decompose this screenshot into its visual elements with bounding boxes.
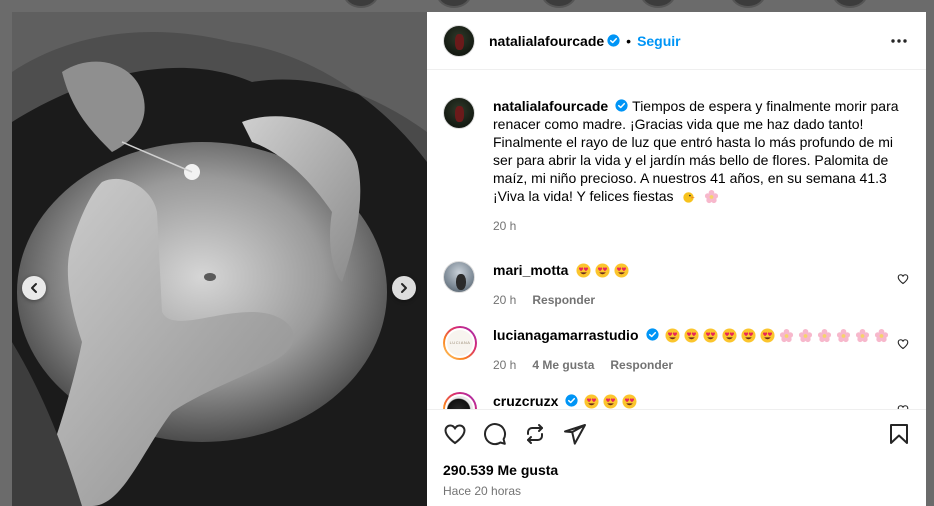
chevron-left-icon [31,283,37,293]
caption-text-block: natalialafourcade Tiempos de espera y fin… [493,97,913,235]
comment-likes-count[interactable]: 4 Me gusta [532,358,594,372]
comment-username[interactable]: lucianagamarrastudio [493,327,639,343]
commenter-avatar[interactable] [443,261,475,293]
blossom-emoji [855,328,869,343]
reply-button[interactable]: Responder [610,358,673,372]
story-avatar[interactable] [343,0,379,8]
blossom-emoji [817,328,831,343]
comment-body: lucianagamarrastudio 20 h 4 Me gusta Respo… [493,326,913,374]
blossom-emoji [798,328,812,343]
blossom-emoji [779,328,793,343]
chick-emoji [683,192,696,203]
more-icon[interactable] [890,34,908,48]
heart-eyes-emoji [683,328,699,343]
heart-eyes-emoji [576,263,591,278]
blossom-emoji [705,189,719,204]
reply-button[interactable]: Responder [532,293,595,307]
previous-photo-button[interactable] [22,276,46,300]
avatar-logo-text: LUCIANA GAMARRA [445,328,475,358]
comment-body: mari_motta 20 h Responder [493,261,913,309]
like-comment-heart-icon[interactable] [897,338,909,350]
blossom-emoji [874,328,888,343]
story-avatar[interactable] [541,0,577,8]
caption-username[interactable]: natalialafourcade [493,98,608,114]
heart-eyes-emoji [622,394,637,409]
post-actions: 290.539 Me gusta Hace 20 horas [427,409,926,506]
comment-row: LUCIANA GAMARRA lucianagamarrastudio 20 … [443,326,913,374]
comment-timestamp[interactable]: 20 h [493,293,516,307]
story-strip [0,0,934,12]
comments-section[interactable]: natalialafourcade Tiempos de espera y fin… [427,71,926,409]
verified-badge-icon [645,328,659,341]
heart-eyes-emoji [584,394,599,409]
next-photo-button[interactable] [392,276,416,300]
story-avatar[interactable] [640,0,676,8]
comment-icon[interactable] [483,422,507,446]
post-modal: natalialafourcade • Seguir natalialafour… [12,12,926,506]
caption-author-avatar[interactable] [443,97,475,129]
blossom-emoji [836,328,850,343]
heart-eyes-emoji [759,328,775,343]
send-icon[interactable] [563,422,587,446]
story-avatar[interactable] [832,0,868,8]
verified-badge-icon [615,99,628,112]
verified-badge-icon [607,34,620,47]
post-time-ago[interactable]: Hace 20 horas [443,484,521,498]
commenter-avatar[interactable]: LUCIANA GAMARRA [443,326,477,360]
story-avatar[interactable] [730,0,766,8]
bookmark-icon[interactable] [887,422,911,446]
chevron-right-icon [401,283,407,293]
heart-icon[interactable] [443,422,467,446]
comment-username[interactable]: mari_motta [493,262,568,278]
follow-button[interactable]: Seguir [637,33,681,49]
heart-eyes-emoji [702,328,718,343]
post-header: natalialafourcade • Seguir [427,12,926,70]
comment-username[interactable]: cruzcruzx [493,393,558,409]
story-avatar[interactable] [436,0,472,8]
heart-eyes-emoji [595,263,610,278]
share-icon[interactable] [523,422,547,446]
header-separator: • [626,32,632,49]
heart-eyes-emoji [614,263,629,278]
heart-eyes-emoji [721,328,737,343]
comment-row: cruzcruzx [443,392,913,409]
commenter-avatar[interactable] [443,392,477,409]
comment-row: mari_motta 20 h Responder [443,261,913,309]
caption-timestamp[interactable]: 20 h [493,219,516,233]
heart-eyes-emoji [664,328,680,343]
heart-eyes-emoji [740,328,756,343]
verified-badge-icon [565,394,578,407]
author-username[interactable]: natalialafourcade [489,33,604,49]
post-side-panel: natalialafourcade • Seguir natalialafour… [427,12,926,506]
comment-body: cruzcruzx [493,392,913,409]
author-avatar[interactable] [443,24,475,57]
post-photo [12,12,427,506]
likes-count[interactable]: 290.539 Me gusta [443,462,558,478]
caption-meta: 20 h [493,217,913,235]
comment-timestamp[interactable]: 20 h [493,358,516,372]
comment-meta: 20 h 4 Me gusta Responder [493,356,913,374]
caption-row: natalialafourcade Tiempos de espera y fin… [443,97,913,235]
heart-eyes-emoji [603,394,618,409]
comment-meta: 20 h Responder [493,291,913,309]
like-comment-heart-icon[interactable] [897,273,909,285]
pregnancy-photo-image [12,12,427,506]
